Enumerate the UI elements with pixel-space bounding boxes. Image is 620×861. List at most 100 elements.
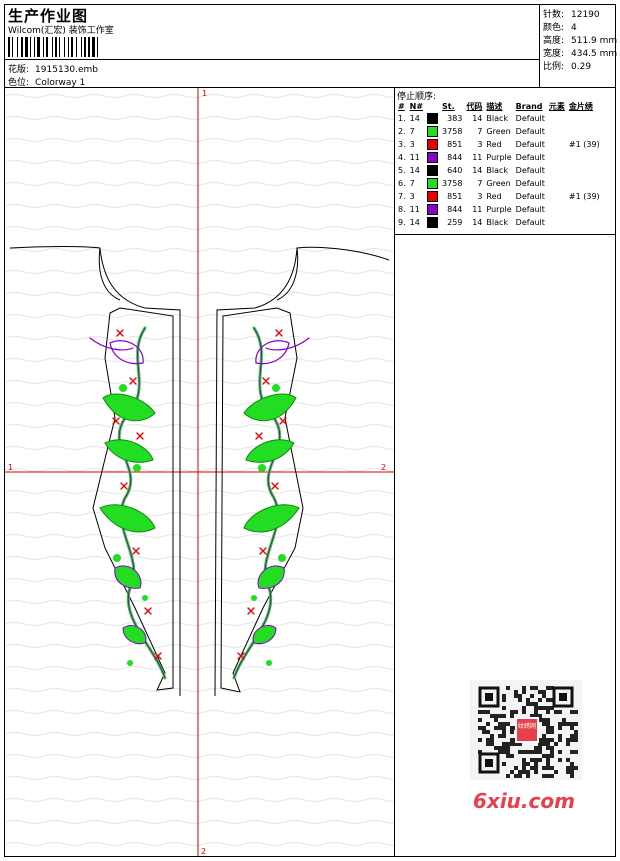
color-swatch-icon <box>427 152 439 163</box>
row-index: 9. <box>398 218 406 227</box>
row-code: 14 <box>472 114 483 123</box>
color-swatch-icon <box>427 204 439 215</box>
watermark-logo: 6xiu.com <box>473 789 575 813</box>
row-needle: 3 <box>409 192 415 201</box>
row-brand: Default <box>515 192 545 201</box>
colorway-label: 色位: <box>8 78 30 88</box>
row-needle: 14 <box>409 114 420 123</box>
row-brand: Default <box>515 153 545 162</box>
row-swatch <box>425 151 440 164</box>
row-stitches: 844 <box>447 153 463 162</box>
company-name: Wilcom(汇宏) 装饰工作室 <box>8 26 114 36</box>
background-texture <box>5 94 394 846</box>
color-row[interactable]: 9. 14 259 14 Black Default <box>396 216 602 229</box>
qr-badge-text: 纹绣网 <box>518 722 536 730</box>
row-element <box>547 112 567 125</box>
row-needle: 7 <box>409 127 415 136</box>
row-brand: Default <box>515 205 545 214</box>
row-index: 7. <box>398 192 406 201</box>
row-swatch <box>425 138 440 151</box>
col-header-sequin: 金片绣 <box>568 101 593 111</box>
row-needle: 14 <box>409 166 420 175</box>
row-needle: 14 <box>409 218 420 227</box>
row-desc: Black <box>486 218 509 227</box>
stat-scale: 比例: 0.29 <box>543 62 592 72</box>
design-file-label: 花版: <box>8 65 30 75</box>
color-swatch-icon <box>427 217 439 228</box>
row-element <box>547 138 567 151</box>
row-index: 1. <box>398 114 406 123</box>
row-code: 11 <box>472 205 483 214</box>
row-desc: Red <box>486 192 502 201</box>
color-row[interactable]: 8. 11 844 11 Purple Default <box>396 203 602 216</box>
color-row[interactable]: 6. 7 3758 7 Green Default <box>396 177 602 190</box>
axis-label-bottom: 2 <box>201 847 206 856</box>
col-header-brand: Brand <box>515 101 543 111</box>
row-index: 8. <box>398 205 406 214</box>
color-row[interactable]: 5. 14 640 14 Black Default <box>396 164 602 177</box>
row-stitches: 383 <box>447 114 463 123</box>
row-stitches: 851 <box>447 140 463 149</box>
row-needle: 7 <box>409 179 415 188</box>
design-file-value: 1915130.emb <box>35 65 99 75</box>
color-row[interactable]: 7. 3 851 3 Red Default #1 (39) <box>396 190 602 203</box>
row-element <box>547 203 567 216</box>
stat-height: 高度: 511.9 mm <box>543 36 618 46</box>
row-index: 6. <box>398 179 406 188</box>
embroidery-design-view[interactable]: 1 1 2 2 <box>5 88 394 856</box>
row-element <box>547 164 567 177</box>
barcode-image <box>8 37 98 57</box>
row-sequin <box>567 125 602 138</box>
row-desc: Black <box>486 114 509 123</box>
color-swatch-icon <box>427 165 439 176</box>
row-swatch <box>425 203 440 216</box>
row-element <box>547 190 567 203</box>
row-stitches: 640 <box>447 166 463 175</box>
row-needle: 11 <box>409 153 420 162</box>
row-brand: Default <box>515 218 545 227</box>
col-header-stitches: St. <box>442 101 455 111</box>
row-code: 3 <box>477 140 483 149</box>
colorway-line: 色位: Colorway 1 <box>8 75 85 88</box>
row-desc: Black <box>486 166 509 175</box>
row-code: 14 <box>472 166 483 175</box>
header-divider <box>4 59 540 60</box>
color-swatch-icon <box>427 139 439 150</box>
row-needle: 11 <box>409 205 420 214</box>
color-row[interactable]: 1. 14 383 14 Black Default <box>396 112 602 125</box>
color-sequence-table: # N# St. 代码 描述 Brand 元素 金片绣 1. 14 383 14 Bla… <box>396 100 602 229</box>
row-sequin <box>567 164 602 177</box>
row-brand: Default <box>515 140 545 149</box>
color-swatch-icon <box>427 191 439 202</box>
color-row[interactable]: 2. 7 3758 7 Green Default <box>396 125 602 138</box>
row-sequin: #1 (39) <box>568 192 600 201</box>
row-code: 14 <box>472 218 483 227</box>
row-swatch <box>425 177 440 190</box>
col-header-code: 代码 <box>466 101 483 111</box>
row-brand: Default <box>515 179 545 188</box>
row-brand: Default <box>515 127 545 136</box>
row-brand: Default <box>515 166 545 175</box>
row-index: 4. <box>398 153 406 162</box>
row-element <box>547 151 567 164</box>
row-swatch <box>425 125 440 138</box>
row-code: 3 <box>477 192 483 201</box>
row-desc: Purple <box>486 153 512 162</box>
row-sequin <box>567 216 602 229</box>
row-swatch <box>425 190 440 203</box>
col-header-needle: N# <box>409 101 424 111</box>
table-header-row: # N# St. 代码 描述 Brand 元素 金片绣 <box>396 100 602 112</box>
color-row[interactable]: 4. 11 844 11 Purple Default <box>396 151 602 164</box>
color-row[interactable]: 3. 3 851 3 Red Default #1 (39) <box>396 138 602 151</box>
design-file-line: 花版: 1915130.emb <box>8 62 98 75</box>
row-stitches: 3758 <box>442 127 463 136</box>
row-swatch <box>425 112 440 125</box>
row-sequin <box>567 151 602 164</box>
row-stitches: 259 <box>447 218 463 227</box>
row-swatch <box>425 216 440 229</box>
col-header-swatch <box>425 100 440 112</box>
row-brand: Default <box>515 114 545 123</box>
row-desc: Purple <box>486 205 512 214</box>
row-sequin <box>567 177 602 190</box>
col-header-desc: 描述 <box>486 101 503 111</box>
